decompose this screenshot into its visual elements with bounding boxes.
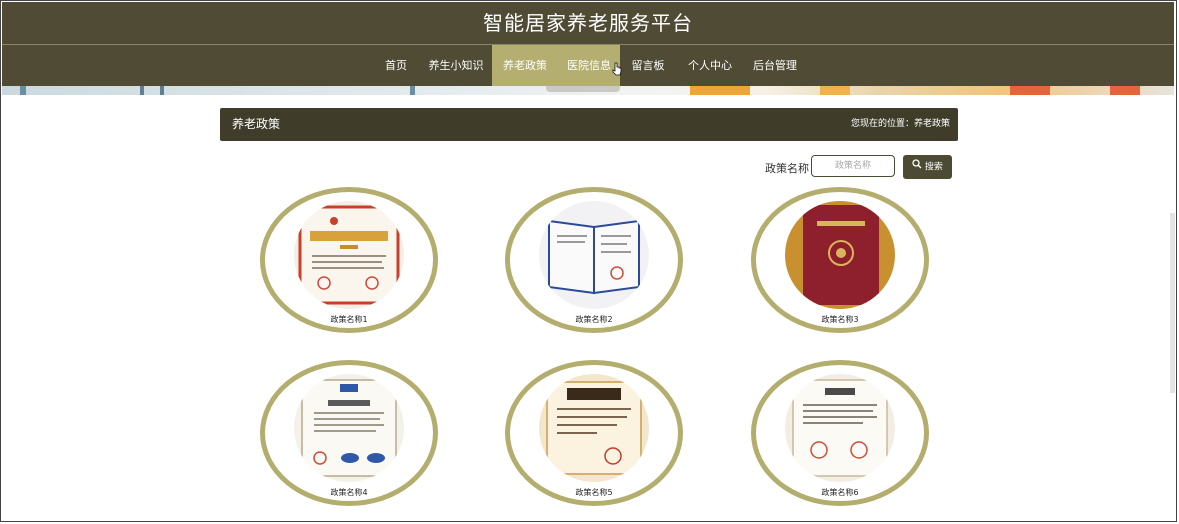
policy-image[interactable] [785,374,895,482]
policy-card[interactable]: 政策名称6 [751,360,929,506]
policy-card[interactable]: 政策名称5 [505,360,683,506]
policy-image[interactable] [294,201,404,309]
main-nav: 首页 养生小知识 养老政策 医院信息 留言板 个人中心 后台管理 [2,45,1174,86]
policy-image[interactable] [539,374,649,482]
policy-card[interactable]: 政策名称4 [260,360,438,506]
policy-card[interactable]: 政策名称2 [505,187,683,333]
banner-decoration [160,86,164,95]
section-header: 养老政策 您现在的位置：养老政策 [220,108,958,141]
nav-hospital-info[interactable]: 医院信息 [558,45,620,86]
search-button-label: 搜索 [924,162,943,173]
banner-decoration [690,86,750,95]
mouse-pointer-icon [612,62,622,76]
search-icon [912,155,922,179]
policy-name[interactable]: 政策名称4 [260,487,438,498]
header: 智能居家养老服务平台 首页 养生小知识 养老政策 医院信息 留言板 个人中心 后… [2,2,1174,86]
policy-image[interactable] [294,374,404,482]
banner-decoration [1010,86,1050,95]
policy-name[interactable]: 政策名称6 [751,487,929,498]
banner-decoration [820,86,850,95]
policy-card[interactable]: 政策名称3 [751,187,929,333]
dropdown-tab [546,86,620,92]
scrollbar[interactable] [1170,213,1175,393]
nav-admin[interactable]: 后台管理 [750,45,800,86]
policy-image[interactable] [785,201,895,309]
policy-image[interactable] [539,201,649,309]
nav-health-tips[interactable]: 养生小知识 [425,45,487,86]
banner-decoration [20,86,26,95]
policy-name[interactable]: 政策名称1 [260,314,438,325]
banner-decoration [140,86,144,95]
section-title: 养老政策 [232,117,281,131]
policy-card[interactable]: 政策名称1 [260,187,438,333]
policy-name[interactable]: 政策名称5 [505,487,683,498]
policy-name[interactable]: 政策名称2 [505,314,683,325]
site-title: 智能居家养老服务平台 [483,11,693,35]
nav-message-board[interactable]: 留言板 [627,45,669,86]
policy-name[interactable]: 政策名称3 [751,314,929,325]
banner-decoration [1110,86,1140,95]
nav-elderly-policy[interactable]: 养老政策 [492,45,558,86]
breadcrumb: 您现在的位置：养老政策 [850,119,950,129]
search-label: 政策名称 [765,162,809,175]
nav-personal-center[interactable]: 个人中心 [685,45,735,86]
banner-decoration [410,86,415,95]
search-input[interactable] [811,155,895,177]
nav-home[interactable]: 首页 [380,45,412,86]
search-button[interactable]: 搜索 [903,155,952,179]
